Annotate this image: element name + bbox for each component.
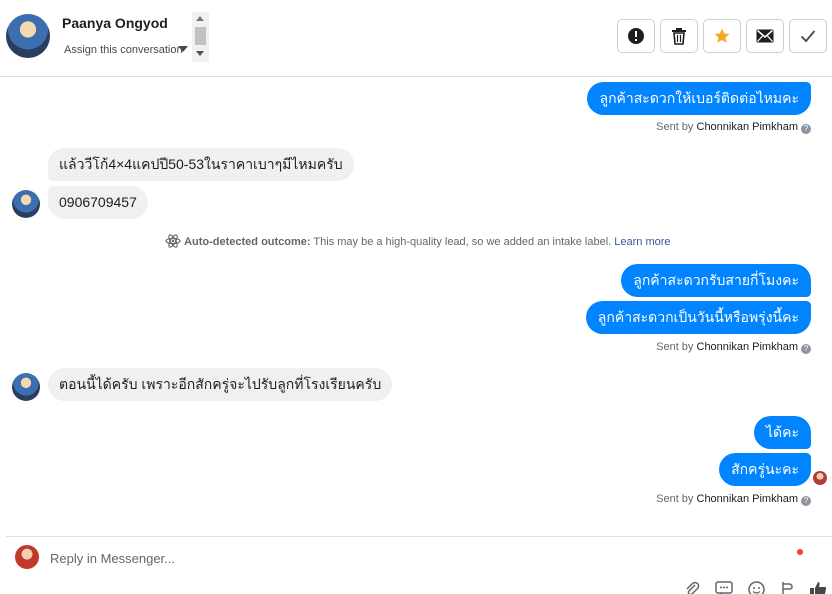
assign-conversation-dropdown[interactable]: Assign this conversation: [64, 44, 183, 56]
delete-button[interactable]: [660, 19, 698, 53]
sent-by-label: Sent by Chonnikan Pimkham?: [656, 121, 811, 134]
auto-outcome-text: This may be a high-quality lead, so we a…: [313, 236, 612, 248]
reply-input[interactable]: [50, 547, 650, 569]
agent-avatar: [15, 545, 39, 569]
sender-name[interactable]: Chonnikan Pimkham: [697, 121, 799, 133]
auto-outcome-label: Auto-detected outcome:: [184, 236, 311, 248]
sent-by-label: Sent by Chonnikan Pimkham?: [656, 341, 811, 354]
conversation-actions: [617, 19, 827, 53]
saved-reply-icon[interactable]: [715, 581, 733, 594]
scrollbar-thumb[interactable]: [195, 27, 206, 45]
sent-by-label: Sent by Chonnikan Pimkham?: [656, 493, 811, 506]
incoming-message[interactable]: ตอนนี้ได้ครับ เพราะอีกสักครู่จะไปรับลูกท…: [48, 368, 393, 401]
contact-avatar[interactable]: [6, 14, 50, 58]
envelope-icon: [756, 29, 774, 43]
outgoing-message[interactable]: ลูกค้าสะดวกให้เบอร์ติดต่อไหมคะ: [587, 82, 811, 115]
contact-avatar-small[interactable]: [12, 373, 40, 401]
emoji-icon[interactable]: [748, 580, 765, 594]
mark-unread-button[interactable]: [746, 19, 784, 53]
header-scrollbar[interactable]: [192, 12, 209, 62]
outgoing-message[interactable]: สักครู่นะคะ: [719, 453, 811, 486]
atom-icon: [165, 234, 181, 248]
incoming-message[interactable]: แล้ววีโก้4×4แคปปี50-53ในราคาเบาๆมีไหมครั…: [48, 148, 354, 181]
like-icon[interactable]: [809, 580, 827, 594]
contact-name[interactable]: Paanya Ongyod: [62, 15, 168, 31]
star-icon: [714, 28, 730, 43]
outgoing-message[interactable]: ลูกค้าสะดวกรับสายกี่โมงคะ: [621, 264, 811, 297]
sender-name[interactable]: Chonnikan Pimkham: [697, 341, 799, 353]
scroll-up-arrow-icon[interactable]: [196, 16, 204, 21]
outgoing-message[interactable]: ได้คะ: [753, 416, 811, 449]
star-button[interactable]: [703, 19, 741, 53]
checkmark-icon: [800, 30, 816, 43]
help-icon[interactable]: ?: [801, 344, 811, 354]
sender-name[interactable]: Chonnikan Pimkham: [697, 493, 799, 505]
scroll-down-arrow-icon[interactable]: [196, 51, 204, 56]
paperclip-icon[interactable]: [684, 581, 700, 594]
sent-by-prefix: Sent by: [656, 341, 694, 353]
trash-icon: [672, 28, 686, 45]
notification-dot: [797, 549, 803, 555]
caret-down-icon[interactable]: [178, 46, 188, 52]
seen-avatar: [813, 471, 827, 485]
help-icon[interactable]: ?: [801, 496, 811, 506]
mark-spam-button[interactable]: [617, 19, 655, 53]
conversation-header: Paanya Ongyod Assign this conversation: [0, 0, 832, 77]
outgoing-message[interactable]: ลูกค้าสะดวกเป็นวันนี้หรือพรุ่งนี้คะ: [585, 301, 811, 334]
mark-done-button[interactable]: [789, 19, 827, 53]
sent-by-prefix: Sent by: [656, 493, 694, 505]
sent-by-prefix: Sent by: [656, 121, 694, 133]
exclamation-icon: [628, 28, 644, 44]
learn-more-link[interactable]: Learn more: [614, 236, 670, 248]
incoming-message[interactable]: 0906709457: [48, 186, 148, 219]
contact-avatar-small[interactable]: [12, 190, 40, 218]
composer-toolbar: [684, 580, 827, 594]
help-icon[interactable]: ?: [801, 124, 811, 134]
reply-composer: [6, 536, 832, 594]
auto-detected-outcome-notice: Auto-detected outcome: This may be a hig…: [165, 234, 671, 248]
appointment-icon[interactable]: [780, 581, 794, 594]
